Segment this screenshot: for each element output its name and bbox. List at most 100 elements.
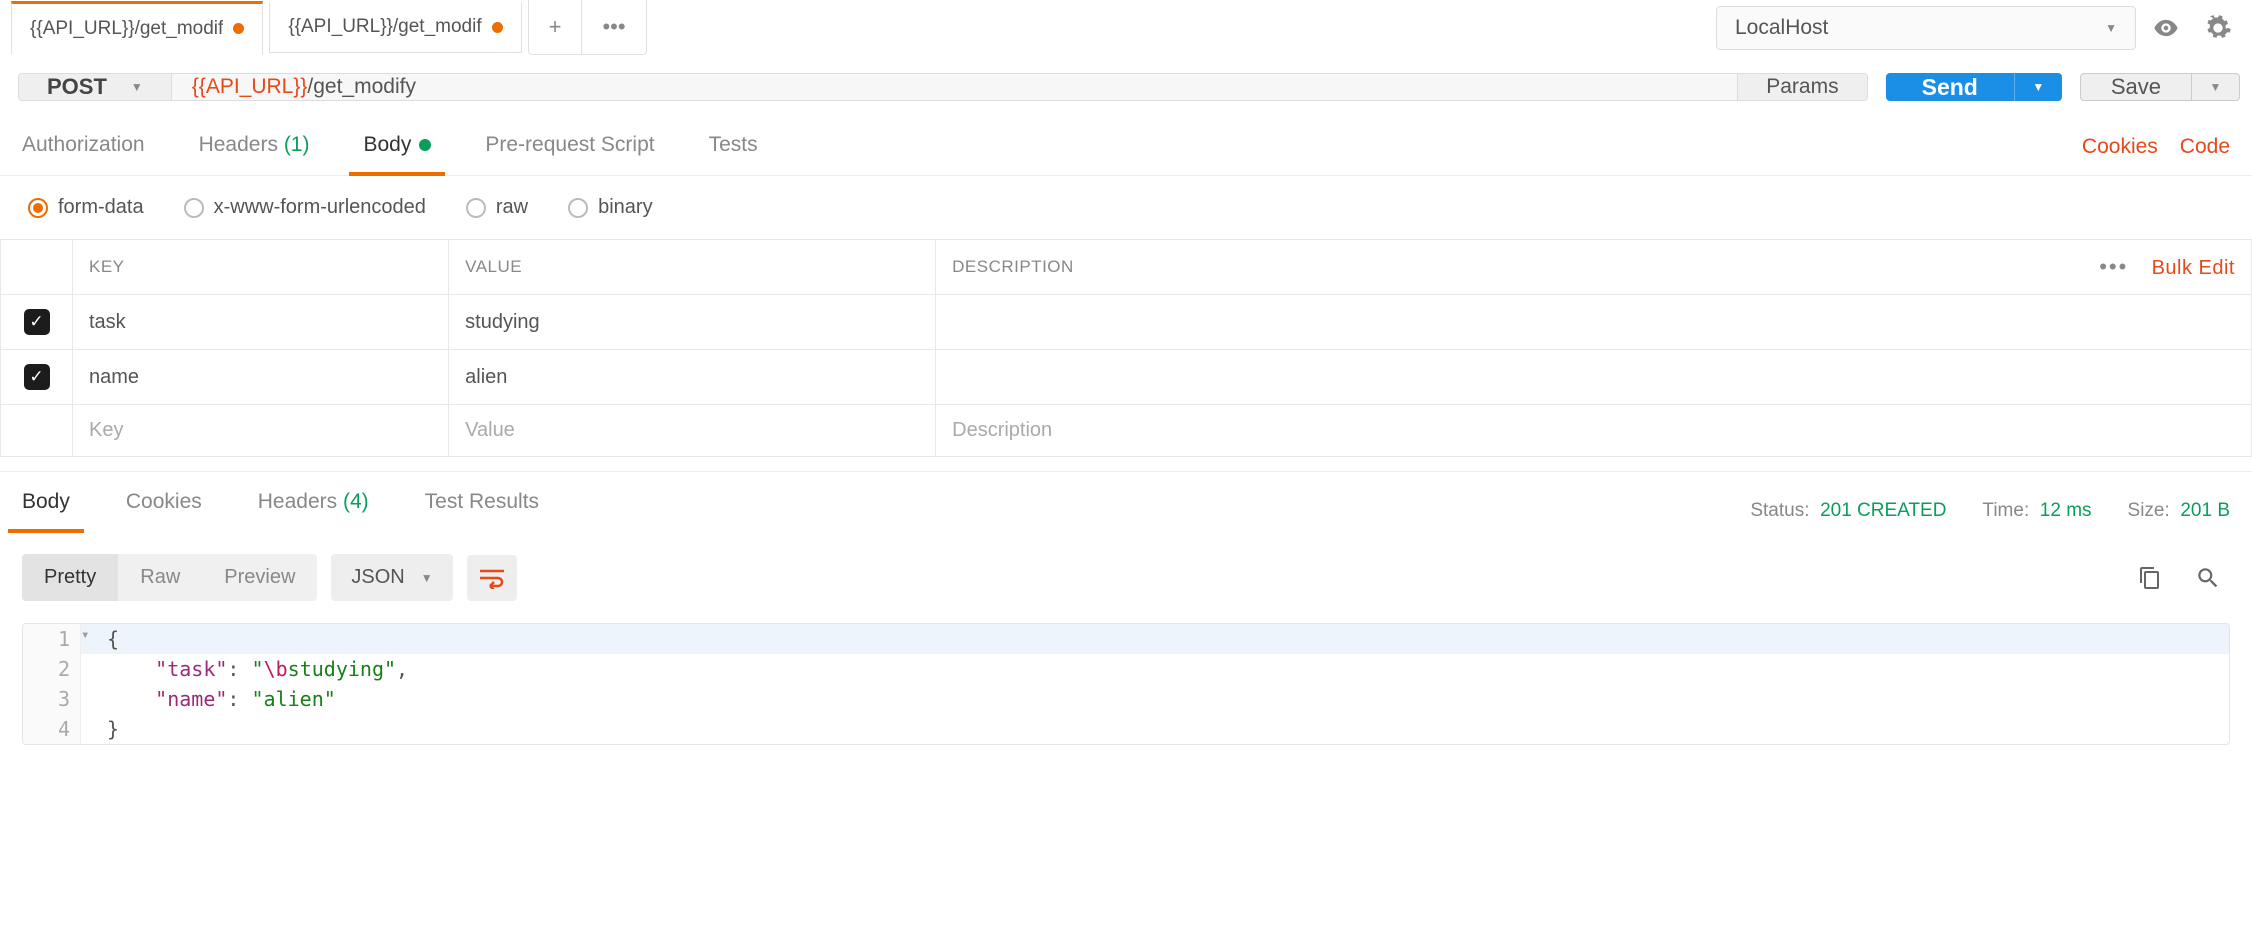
request-section-tabs: Authorization Headers (1) Body Pre-reque… [0, 119, 2252, 176]
fold-icon [81, 654, 99, 684]
table-row-new: KeyValueDescription [1, 405, 2252, 457]
code-content: } [99, 714, 127, 744]
resp-tab-test-results[interactable]: Test Results [425, 490, 539, 532]
method-select[interactable]: POST ▼ [19, 74, 172, 100]
body-indicator-icon [419, 139, 431, 151]
resp-tab-cookies[interactable]: Cookies [126, 490, 202, 532]
request-tab-2[interactable]: {{API_URL}}/get_modif [269, 2, 521, 53]
tab-prerequest[interactable]: Pre-request Script [485, 119, 654, 175]
tab-tests[interactable]: Tests [709, 119, 758, 175]
code-line: 2 "task": "\bstudying", [23, 654, 2229, 684]
save-button[interactable]: Save [2081, 74, 2191, 100]
description-cell[interactable]: Description [936, 405, 2252, 457]
send-dropdown[interactable]: ▼ [2014, 73, 2062, 101]
col-checkbox [1, 240, 73, 295]
send-button-group: Send ▼ [1886, 73, 2062, 101]
description-cell[interactable] [936, 350, 2252, 405]
send-button[interactable]: Send [1886, 73, 2014, 101]
key-cell[interactable]: name [73, 350, 449, 405]
environment-select[interactable]: LocalHost ▼ [1716, 6, 2136, 50]
row-checkbox[interactable]: ✓ [24, 364, 50, 390]
search-icon [2195, 565, 2221, 591]
value-cell[interactable]: Value [449, 405, 936, 457]
tab-body[interactable]: Body [363, 119, 431, 175]
resp-tab-body[interactable]: Body [22, 490, 70, 532]
row-checkbox[interactable]: ✓ [24, 309, 50, 335]
settings-button[interactable] [2196, 6, 2240, 50]
time-value: 12 ms [2040, 500, 2092, 521]
new-tab-button[interactable]: + [529, 0, 583, 54]
chevron-down-icon: ▼ [421, 571, 433, 585]
code-line: 4} [23, 714, 2229, 744]
radio-urlencoded[interactable]: x-www-form-urlencoded [184, 196, 426, 219]
tab-actions: + ••• [528, 0, 647, 55]
response-body-code[interactable]: 1▾{2 "task": "\bstudying",3 "name": "ali… [22, 623, 2230, 745]
resp-tab-headers[interactable]: Headers (4) [258, 490, 369, 532]
description-cell[interactable] [936, 295, 2252, 350]
response-meta: Status: 201 CREATED Time: 12 ms Size: 20… [1750, 500, 2230, 522]
chevron-down-icon: ▼ [2210, 80, 2222, 94]
save-dropdown[interactable]: ▼ [2191, 74, 2239, 100]
value-cell[interactable]: alien [449, 350, 936, 405]
view-raw[interactable]: Raw [118, 554, 202, 601]
tab-authorization[interactable]: Authorization [22, 119, 145, 175]
tab-headers[interactable]: Headers (1) [199, 119, 310, 175]
environment-label: LocalHost [1735, 16, 1828, 40]
key-cell[interactable]: task [73, 295, 449, 350]
value-cell[interactable]: studying [449, 295, 936, 350]
view-preview[interactable]: Preview [202, 554, 317, 601]
format-select[interactable]: JSON ▼ [331, 554, 452, 601]
form-data-table: KEY VALUE DESCRIPTION ••• Bulk Edit ✓tas… [0, 239, 2252, 457]
col-description: DESCRIPTION ••• Bulk Edit [936, 240, 2252, 295]
gear-icon [2204, 14, 2232, 42]
line-number: 2 [23, 654, 81, 684]
fold-icon[interactable]: ▾ [81, 624, 99, 654]
table-row: ✓ taskstudying [1, 295, 2252, 350]
code-content: { [99, 624, 127, 654]
radio-raw[interactable]: raw [466, 196, 528, 219]
tab-label: {{API_URL}}/get_modif [30, 18, 223, 40]
line-number: 1 [23, 624, 81, 654]
radio-form-data[interactable]: form-data [28, 196, 144, 219]
body-type-row: form-data x-www-form-urlencoded raw bina… [0, 176, 2252, 239]
chevron-down-icon: ▼ [131, 80, 143, 94]
request-tab-1[interactable]: {{API_URL}}/get_modif [11, 1, 263, 55]
unsaved-dot-icon [492, 22, 503, 33]
key-cell[interactable]: Key [73, 405, 449, 457]
line-number: 3 [23, 684, 81, 714]
tab-more-button[interactable]: ••• [582, 0, 645, 54]
status-value: 201 CREATED [1820, 500, 1946, 521]
radio-binary[interactable]: binary [568, 196, 652, 219]
code-link[interactable]: Code [2180, 135, 2230, 159]
response-section: Body Cookies Headers (4) Test Results St… [0, 471, 2252, 532]
unsaved-dot-icon [233, 23, 244, 34]
chevron-down-icon: ▼ [2032, 80, 2044, 94]
wrap-lines-button[interactable] [467, 555, 517, 601]
params-button[interactable]: Params [1737, 74, 1866, 100]
view-mode-tabs: Pretty Raw Preview [22, 554, 317, 601]
search-button[interactable] [2186, 556, 2230, 600]
copy-button[interactable] [2128, 556, 2172, 600]
code-content: "name": "alien" [99, 684, 344, 714]
chevron-down-icon: ▼ [2105, 21, 2117, 35]
method-url-group: POST ▼ {{API_URL}}/get_modify Params [18, 73, 1868, 101]
size-value: 201 B [2180, 500, 2230, 521]
url-input[interactable]: {{API_URL}}/get_modify [172, 74, 1737, 100]
method-label: POST [47, 74, 107, 100]
table-row: ✓ namealien [1, 350, 2252, 405]
request-bar: POST ▼ {{API_URL}}/get_modify Params Sen… [0, 55, 2252, 119]
url-path: /get_modify [307, 75, 416, 99]
line-number: 4 [23, 714, 81, 744]
environment-quicklook-button[interactable] [2144, 6, 2188, 50]
request-tabs: {{API_URL}}/get_modif {{API_URL}}/get_mo… [0, 0, 1708, 55]
view-pretty[interactable]: Pretty [22, 554, 118, 601]
code-content: "task": "\bstudying", [99, 654, 416, 684]
cookies-link[interactable]: Cookies [2082, 135, 2158, 159]
fold-icon [81, 684, 99, 714]
bulk-edit-link[interactable]: Bulk Edit [2152, 257, 2235, 279]
col-value: VALUE [449, 240, 936, 295]
code-line: 3 "name": "alien" [23, 684, 2229, 714]
top-bar: {{API_URL}}/get_modif {{API_URL}}/get_mo… [0, 0, 2252, 55]
wrap-icon [478, 567, 506, 589]
more-columns-button[interactable]: ••• [2099, 254, 2128, 279]
